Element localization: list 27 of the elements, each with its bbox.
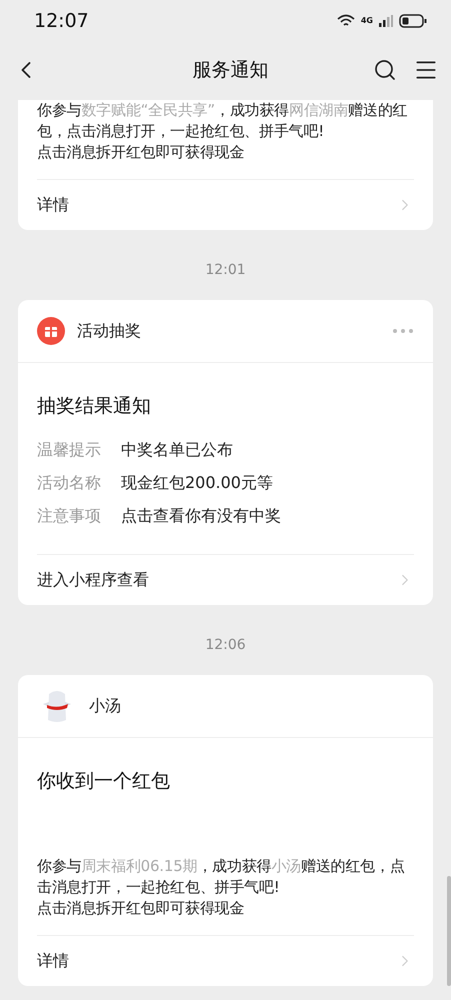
- sender-name: 小汤: [89, 696, 122, 716]
- field-label: 注意事项: [37, 505, 101, 526]
- message-note: 点击消息拆开红包即可获得现金: [37, 142, 246, 163]
- details-link[interactable]: 详情: [37, 935, 414, 986]
- timestamp: 12:06: [205, 636, 246, 655]
- status-time: 12:07: [34, 10, 89, 32]
- field-value: 中奖名单已公布: [121, 439, 233, 460]
- field-label: 活动名称: [37, 472, 101, 493]
- card-title: 你收到一个红包: [37, 769, 171, 794]
- wifi-icon: [336, 14, 355, 28]
- search-icon[interactable]: [373, 58, 397, 82]
- battery-icon: [399, 14, 427, 28]
- sender-name: 活动抽奖: [77, 320, 142, 342]
- field-label: 温馨提示: [37, 439, 101, 460]
- gift-icon: [37, 317, 65, 345]
- field-value: 现金红包200.00元等: [121, 472, 273, 493]
- message-text: 你参与周末福利06.15期，成功获得小汤赠送的红包，点击消息打开，一起抢红包、拼手气吧!: [37, 856, 406, 898]
- field-value: 点击查看你有没有中奖: [121, 505, 281, 526]
- message-note: 点击消息拆开红包即可获得现金: [37, 898, 246, 919]
- page-title: 服务通知: [192, 58, 270, 83]
- network-type: 4G: [360, 17, 373, 25]
- card-title: 抽奖结果通知: [37, 394, 152, 419]
- signal-icon: [379, 15, 393, 27]
- timestamp: 12:01: [205, 261, 246, 280]
- message-text: 你参与数字赋能“全民共享”，成功获得网信湖南赠送的红包，点击消息打开，一起抢红包、拼手气吧!: [37, 100, 408, 142]
- details-link[interactable]: 详情: [37, 179, 414, 230]
- details-link[interactable]: 进入小程序查看: [37, 554, 414, 605]
